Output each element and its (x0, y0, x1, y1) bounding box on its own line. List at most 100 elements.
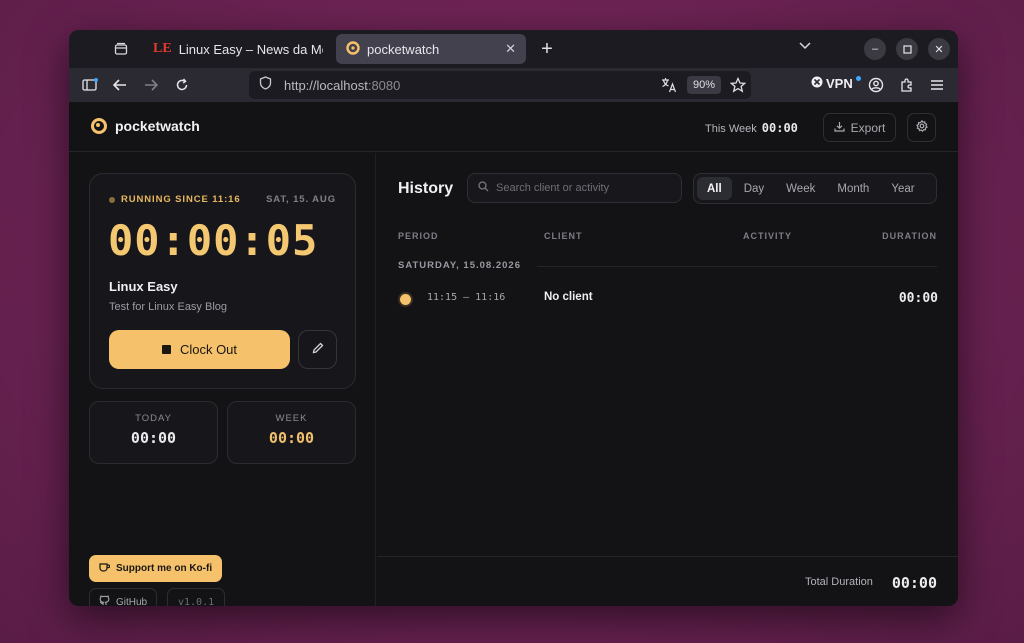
running-status: RUNNING SINCE 11:16 (109, 194, 241, 205)
list-all-tabs-icon[interactable] (799, 39, 811, 53)
week-stat: WEEK 00:00 (227, 401, 356, 464)
app-header: pocketwatch This Week 00:00 Export (69, 102, 958, 152)
brand: pocketwatch (91, 118, 200, 134)
this-week-summary: This Week 00:00 (705, 121, 798, 135)
tab-title: pocketwatch (367, 41, 440, 57)
entry-duration: 00:00 (898, 291, 938, 306)
version-badge: v1.0.1 (167, 588, 226, 606)
entry-client: No client (544, 291, 593, 303)
url-host: http://localhost (284, 77, 368, 93)
github-label: GitHub (116, 596, 148, 607)
tab-pocketwatch[interactable]: pocketwatch ✕ (336, 34, 526, 64)
running-dot-icon (109, 196, 115, 203)
sidebar-toggle-icon[interactable] (79, 74, 101, 96)
total-duration-label: Total Duration (805, 576, 873, 588)
this-week-label: This Week (705, 123, 757, 135)
timer-card: RUNNING SINCE 11:16 SAT, 15. AUG 00:00:0… (89, 173, 356, 389)
vpn-icon (811, 76, 823, 91)
export-label: Export (850, 120, 886, 135)
tab-manager-icon[interactable] (106, 34, 136, 64)
search-icon (478, 181, 489, 195)
close-tab-icon[interactable]: ✕ (505, 41, 516, 57)
column-duration: DURATION (882, 231, 937, 241)
vpn-label: VPN (826, 76, 853, 91)
github-icon (99, 595, 110, 606)
group-divider (537, 266, 937, 267)
total-duration-value: 00:00 (891, 574, 937, 592)
brand-name: pocketwatch (115, 118, 200, 134)
this-week-value: 00:00 (761, 121, 798, 135)
history-entry-row[interactable]: 11:15 – 11:16 No client 00:00 (398, 287, 938, 313)
vpn-status-dot (855, 76, 861, 81)
forward-icon[interactable] (140, 74, 162, 96)
url-port: :8080 (367, 77, 401, 93)
download-icon (834, 121, 845, 135)
url-text[interactable]: http://localhost:8080 (284, 78, 400, 93)
clock-out-label: Clock Out (179, 342, 238, 357)
today-label: TODAY (135, 413, 172, 424)
site-shield-icon[interactable] (259, 75, 272, 95)
gear-icon (915, 119, 928, 135)
back-icon[interactable] (109, 74, 131, 96)
kofi-label: Support me on Ko-fi (116, 563, 213, 574)
edit-button[interactable] (298, 330, 337, 369)
minimize-icon[interactable]: – (864, 38, 886, 60)
search-box[interactable] (467, 173, 682, 203)
extensions-icon[interactable] (896, 74, 918, 96)
navigation-bar: http://localhost:8080 90% VPN (69, 68, 958, 102)
coffee-cup-icon (99, 562, 111, 575)
tab-bar: LE Linux Easy – News da Mor pocketwatch … (69, 30, 958, 68)
sidebar: RUNNING SINCE 11:16 SAT, 15. AUG 00:00:0… (69, 153, 376, 606)
new-tab-icon[interactable]: + (535, 37, 559, 61)
stop-icon (161, 345, 171, 354)
filter-month[interactable]: Month (827, 177, 879, 200)
column-client: CLIENT (544, 231, 583, 241)
column-activity: ACTIVITY (743, 231, 793, 241)
week-value: 00:00 (268, 429, 315, 447)
search-input[interactable] (496, 182, 666, 194)
linux-easy-favicon: LE (153, 41, 172, 56)
pocketwatch-app: pocketwatch This Week 00:00 Export RUNNI… (69, 102, 958, 606)
entry-period: 11:15 – 11:16 (427, 292, 506, 303)
clock-out-button[interactable]: Clock Out (109, 330, 290, 369)
github-button[interactable]: GitHub (89, 588, 158, 607)
today-stat: TODAY 00:00 (89, 401, 218, 464)
tab-linux-easy[interactable]: LE Linux Easy – News da Mor (143, 34, 333, 64)
filter-all[interactable]: All (697, 177, 732, 200)
today-value: 00:00 (130, 429, 177, 447)
settings-button[interactable] (907, 113, 936, 142)
account-icon[interactable] (865, 74, 887, 96)
kofi-button[interactable]: Support me on Ko-fi (89, 555, 223, 582)
filter-week[interactable]: Week (776, 177, 825, 200)
browser-window: LE Linux Easy – News da Mor pocketwatch … (69, 30, 958, 606)
timer-date: SAT, 15. AUG (266, 194, 336, 205)
history-title: History (398, 180, 454, 197)
elapsed-timer: 00:00:05 (108, 216, 319, 265)
week-label: WEEK (275, 413, 308, 424)
filter-day[interactable]: Day (734, 177, 774, 200)
column-period: PERIOD (398, 231, 439, 241)
menu-icon[interactable] (926, 74, 948, 96)
group-date-header: SATURDAY, 15.08.2026 (398, 260, 521, 271)
close-window-icon[interactable]: ✕ (928, 38, 950, 60)
vpn-button[interactable]: VPN (811, 76, 861, 91)
period-filter: All Day Week Month Year (693, 173, 937, 204)
bookmark-star-icon[interactable] (729, 76, 747, 98)
pocketwatch-logo-icon (91, 118, 107, 134)
activity-description: Test for Linux Easy Blog (109, 301, 228, 313)
project-name: Linux Easy (109, 279, 178, 294)
export-button[interactable]: Export (823, 113, 896, 142)
pencil-icon (312, 342, 324, 357)
zoom-level[interactable]: 90% (687, 76, 722, 94)
window-controls: – ✕ (864, 38, 950, 60)
pocketwatch-favicon (346, 40, 360, 58)
running-label: RUNNING SINCE 11:16 (121, 194, 241, 205)
url-bar[interactable]: http://localhost:8080 90% (249, 71, 751, 99)
tab-title: Linux Easy – News da Mor (178, 41, 323, 57)
maximize-icon[interactable] (896, 38, 918, 60)
history-panel: History All Day Week Month Year PERIOD C… (377, 153, 958, 556)
entry-status-dot-icon (400, 294, 411, 305)
filter-year[interactable]: Year (881, 177, 924, 200)
reload-icon[interactable] (171, 74, 193, 96)
translate-icon[interactable] (661, 77, 677, 98)
